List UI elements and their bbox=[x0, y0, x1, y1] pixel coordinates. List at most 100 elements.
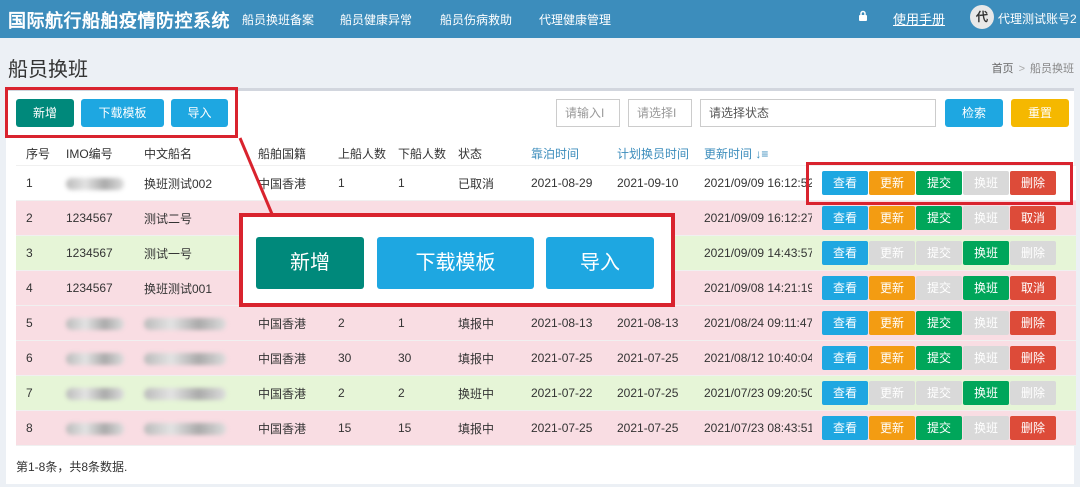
submit-button[interactable]: 提交 bbox=[916, 241, 962, 265]
redacted-blur bbox=[66, 352, 124, 365]
updated-time-cell: 2021/08/24 09:11:47 bbox=[694, 305, 812, 341]
flag-cell: 中国香港 bbox=[248, 340, 328, 376]
change-button[interactable]: 换班 bbox=[963, 416, 1009, 440]
callout-add-button: 新增 bbox=[256, 237, 364, 289]
col-header-status: 状态 bbox=[448, 141, 521, 166]
imo-cell bbox=[56, 410, 134, 446]
view-button[interactable]: 查看 bbox=[822, 206, 868, 230]
view-button[interactable]: 查看 bbox=[822, 346, 868, 370]
actions-cell: 查看 更新 提交 换班 删除 bbox=[812, 305, 1076, 341]
row-no: 4 bbox=[16, 270, 56, 306]
imo-cell bbox=[56, 375, 134, 411]
view-button[interactable]: 查看 bbox=[822, 311, 868, 335]
update-button[interactable]: 更新 bbox=[869, 311, 915, 335]
status-cell: 填报中 bbox=[448, 410, 521, 446]
avatar[interactable]: 代 bbox=[970, 5, 994, 29]
lock-icon[interactable] bbox=[858, 10, 868, 22]
submit-button[interactable]: 提交 bbox=[916, 276, 962, 300]
update-button[interactable]: 更新 bbox=[869, 241, 915, 265]
view-button[interactable]: 查看 bbox=[822, 381, 868, 405]
off-board-cell: 2 bbox=[388, 375, 448, 411]
update-button[interactable]: 更新 bbox=[869, 416, 915, 440]
actions-cell: 查看 更新 提交 换班 删除 bbox=[812, 410, 1076, 446]
pagination-summary: 第1-8条，共8条数据. bbox=[16, 460, 128, 474]
submit-button[interactable]: 提交 bbox=[916, 311, 962, 335]
ship-name-cell: 测试一号 bbox=[134, 235, 248, 271]
redacted-blur bbox=[144, 352, 226, 365]
username[interactable]: 代理测试账号2 bbox=[998, 10, 1077, 27]
cancel-button[interactable]: 取消 bbox=[1010, 276, 1056, 300]
reset-button[interactable]: 重置 bbox=[1011, 99, 1069, 127]
ship-name-cell bbox=[134, 410, 248, 446]
status-cell: 换班中 bbox=[448, 375, 521, 411]
col-header-berth-time[interactable]: 靠泊时间 bbox=[521, 141, 607, 166]
ship-name-cell: 换班测试001 bbox=[134, 270, 248, 306]
view-button[interactable]: 查看 bbox=[822, 276, 868, 300]
ship-name-cell: 测试二号 bbox=[134, 200, 248, 236]
breadcrumb-current: 船员换班 bbox=[1030, 63, 1074, 75]
nav-agent-health-mgmt[interactable]: 代理健康管理 bbox=[539, 11, 611, 28]
cancel-button[interactable]: 取消 bbox=[1010, 206, 1056, 230]
zoom-callout: 新增 下载模板 导入 bbox=[239, 213, 675, 307]
table-row: 7 中国香港 2 2 换班中 2021-07-22 2021-07-25 2021/07/23… bbox=[16, 375, 1076, 411]
actions-cell: 查看 更新 提交 换班 取消 bbox=[812, 200, 1076, 236]
delete-button[interactable]: 删除 bbox=[1010, 381, 1056, 405]
imo-cell bbox=[56, 340, 134, 376]
berth-time-cell: 2021-07-25 bbox=[521, 410, 607, 446]
change-button[interactable]: 换班 bbox=[963, 381, 1009, 405]
submit-button[interactable]: 提交 bbox=[916, 346, 962, 370]
ship-select[interactable]: 请选择I bbox=[628, 99, 692, 127]
nav-crew-health-abnormal[interactable]: 船员健康异常 bbox=[340, 11, 412, 28]
updated-time-cell: 2021/09/09 16:12:52 bbox=[694, 165, 812, 201]
callout-download-button: 下载模板 bbox=[377, 237, 534, 289]
update-button[interactable]: 更新 bbox=[869, 276, 915, 300]
berth-time-cell: 2021-07-22 bbox=[521, 375, 607, 411]
change-button[interactable]: 换班 bbox=[963, 206, 1009, 230]
highlight-toolbar-box bbox=[5, 87, 238, 138]
actions-cell: 查看 更新 提交 换班 删除 bbox=[812, 235, 1076, 271]
view-button[interactable]: 查看 bbox=[822, 241, 868, 265]
berth-time-cell: 2021-08-13 bbox=[521, 305, 607, 341]
col-header-on-board: 上船人数 bbox=[328, 141, 388, 166]
change-button[interactable]: 换班 bbox=[963, 311, 1009, 335]
update-button[interactable]: 更新 bbox=[869, 206, 915, 230]
nav-crew-change-filing[interactable]: 船员换班备案 bbox=[242, 11, 314, 28]
view-button[interactable]: 查看 bbox=[822, 416, 868, 440]
sort-desc-icon[interactable]: ↓≡ bbox=[755, 147, 768, 161]
submit-button[interactable]: 提交 bbox=[916, 381, 962, 405]
status-select[interactable]: 请选择状态 bbox=[700, 99, 936, 127]
submit-button[interactable]: 提交 bbox=[916, 416, 962, 440]
actions-cell: 查看 更新 提交 换班 删除 bbox=[812, 340, 1076, 376]
nav-crew-injury-rescue[interactable]: 船员伤病救助 bbox=[440, 11, 512, 28]
user-manual-link[interactable]: 使用手册 bbox=[893, 9, 945, 28]
flag-cell: 中国香港 bbox=[248, 165, 328, 201]
updated-time-label: 更新时间 bbox=[704, 146, 753, 161]
update-button[interactable]: 更新 bbox=[869, 381, 915, 405]
plan-time-cell: 2021-07-25 bbox=[607, 375, 694, 411]
off-board-cell: 15 bbox=[388, 410, 448, 446]
updated-time-cell: 2021/08/12 10:40:04 bbox=[694, 340, 812, 376]
plan-time-cell: 2021-07-25 bbox=[607, 410, 694, 446]
change-button[interactable]: 换班 bbox=[963, 276, 1009, 300]
submit-button[interactable]: 提交 bbox=[916, 206, 962, 230]
flag-cell: 中国香港 bbox=[248, 410, 328, 446]
delete-button[interactable]: 删除 bbox=[1010, 416, 1056, 440]
flag-cell: 中国香港 bbox=[248, 305, 328, 341]
delete-button[interactable]: 删除 bbox=[1010, 311, 1056, 335]
change-button[interactable]: 换班 bbox=[963, 346, 1009, 370]
col-header-updated-time[interactable]: 更新时间 ↓≡ bbox=[694, 141, 812, 166]
imo-input[interactable]: 请输入I bbox=[556, 99, 620, 127]
search-button[interactable]: 检索 bbox=[945, 99, 1003, 127]
updated-time-cell: 2021/07/23 09:20:50 bbox=[694, 375, 812, 411]
delete-button[interactable]: 删除 bbox=[1010, 241, 1056, 265]
imo-cell: 1234567 bbox=[56, 200, 134, 236]
col-header-plan-time[interactable]: 计划换员时间 bbox=[607, 141, 694, 166]
app-brand[interactable]: 国际航行船舶疫情防控系统 bbox=[8, 7, 230, 33]
off-board-cell: 1 bbox=[388, 305, 448, 341]
change-button[interactable]: 换班 bbox=[963, 241, 1009, 265]
delete-button[interactable]: 删除 bbox=[1010, 346, 1056, 370]
breadcrumb-separator: > bbox=[1018, 63, 1025, 75]
breadcrumb-home[interactable]: 首页 bbox=[992, 63, 1014, 75]
update-button[interactable]: 更新 bbox=[869, 346, 915, 370]
ship-name-cell bbox=[134, 340, 248, 376]
